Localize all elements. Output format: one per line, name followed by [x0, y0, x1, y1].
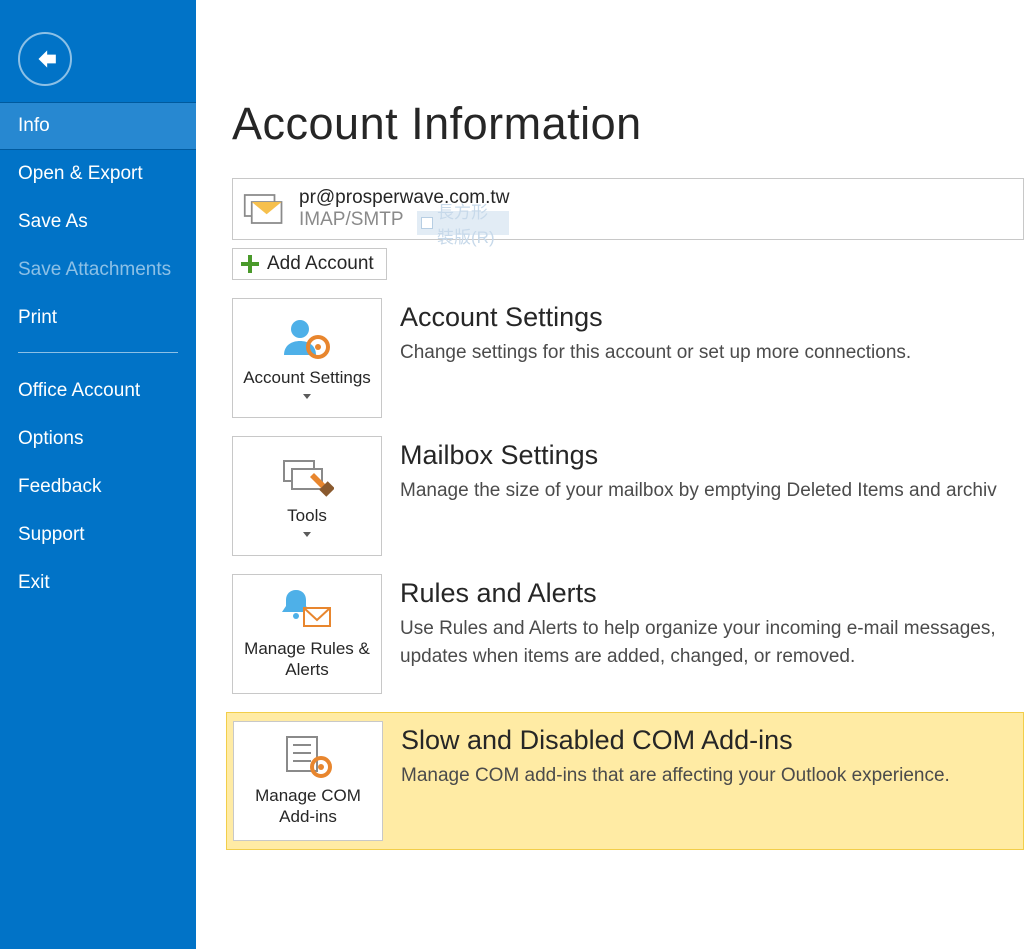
- sidebar-nav: Info Open & Export Save As Save Attachme…: [0, 102, 196, 607]
- sidebar-item-options[interactable]: Options: [0, 415, 196, 463]
- sidebar-item-save-as[interactable]: Save As: [0, 198, 196, 246]
- tools-button[interactable]: Tools: [232, 436, 382, 556]
- account-text: pr@prosperwave.com.tw IMAP/SMTP 長方形裝版(R): [299, 187, 509, 231]
- section-description: Change settings for this account or set …: [400, 339, 1024, 367]
- section-description: Use Rules and Alerts to help organize yo…: [400, 615, 1024, 670]
- sidebar-item-print[interactable]: Print: [0, 294, 196, 342]
- section-text: Rules and Alerts Use Rules and Alerts to…: [400, 574, 1024, 694]
- arrow-left-icon: [32, 46, 58, 72]
- plus-icon: [241, 255, 259, 273]
- section-title: Account Settings: [400, 302, 1024, 333]
- section-text: Mailbox Settings Manage the size of your…: [400, 436, 1024, 556]
- sidebar-item-support[interactable]: Support: [0, 511, 196, 559]
- list-gear-icon: [281, 733, 335, 779]
- sidebar-separator: [18, 352, 178, 353]
- sidebar-item-office-account[interactable]: Office Account: [0, 367, 196, 415]
- sidebar-item-info[interactable]: Info: [0, 102, 196, 150]
- section-rules-alerts: Manage Rules & Alerts Rules and Alerts U…: [232, 574, 1024, 712]
- add-account-label: Add Account: [267, 253, 374, 275]
- section-com-addins: Manage COM Add-ins Slow and Disabled COM…: [226, 712, 1024, 850]
- section-mailbox-settings: Tools Mailbox Settings Manage the size o…: [232, 436, 1024, 574]
- backstage-sidebar: Info Open & Export Save As Save Attachme…: [0, 0, 196, 949]
- account-selector[interactable]: pr@prosperwave.com.tw IMAP/SMTP 長方形裝版(R): [232, 178, 1024, 240]
- page-title: Account Information: [232, 98, 1024, 150]
- sidebar-item-feedback[interactable]: Feedback: [0, 463, 196, 511]
- sections: Account Settings Account Settings Change…: [232, 298, 1024, 850]
- account-settings-button[interactable]: Account Settings: [232, 298, 382, 418]
- section-title: Rules and Alerts: [400, 578, 1024, 609]
- button-label: Account Settings: [243, 367, 371, 388]
- section-text: Slow and Disabled COM Add-ins Manage COM…: [401, 721, 1023, 841]
- user-gear-icon: [280, 315, 334, 361]
- section-title: Mailbox Settings: [400, 440, 1024, 471]
- back-button[interactable]: [18, 32, 72, 86]
- button-label: Tools: [287, 505, 327, 526]
- manage-com-addins-button[interactable]: Manage COM Add-ins: [233, 721, 383, 841]
- account-protocol: IMAP/SMTP 長方形裝版(R): [299, 209, 509, 231]
- section-description: Manage the size of your mailbox by empty…: [400, 477, 1024, 505]
- button-label: Manage COM Add-ins: [240, 785, 376, 828]
- section-text: Account Settings Change settings for thi…: [400, 298, 1024, 418]
- sidebar-item-save-attachments: Save Attachments: [0, 246, 196, 294]
- button-label: Manage Rules & Alerts: [239, 638, 375, 681]
- manage-rules-alerts-button[interactable]: Manage Rules & Alerts: [232, 574, 382, 694]
- mailbox-brush-icon: [280, 453, 334, 499]
- mailbox-icon: [243, 191, 285, 227]
- section-account-settings: Account Settings Account Settings Change…: [232, 298, 1024, 436]
- account-email: pr@prosperwave.com.tw: [299, 187, 509, 209]
- bell-mail-icon: [280, 586, 334, 632]
- main-panel: Account Information pr@prosperwave.com.t…: [196, 0, 1024, 949]
- account-ghost-overlay: 長方形裝版(R): [417, 211, 509, 235]
- section-title: Slow and Disabled COM Add-ins: [401, 725, 1023, 756]
- sidebar-item-exit[interactable]: Exit: [0, 559, 196, 607]
- add-account-button[interactable]: Add Account: [232, 248, 387, 280]
- section-description: Manage COM add-ins that are affecting yo…: [401, 762, 1023, 790]
- sidebar-item-open-export[interactable]: Open & Export: [0, 150, 196, 198]
